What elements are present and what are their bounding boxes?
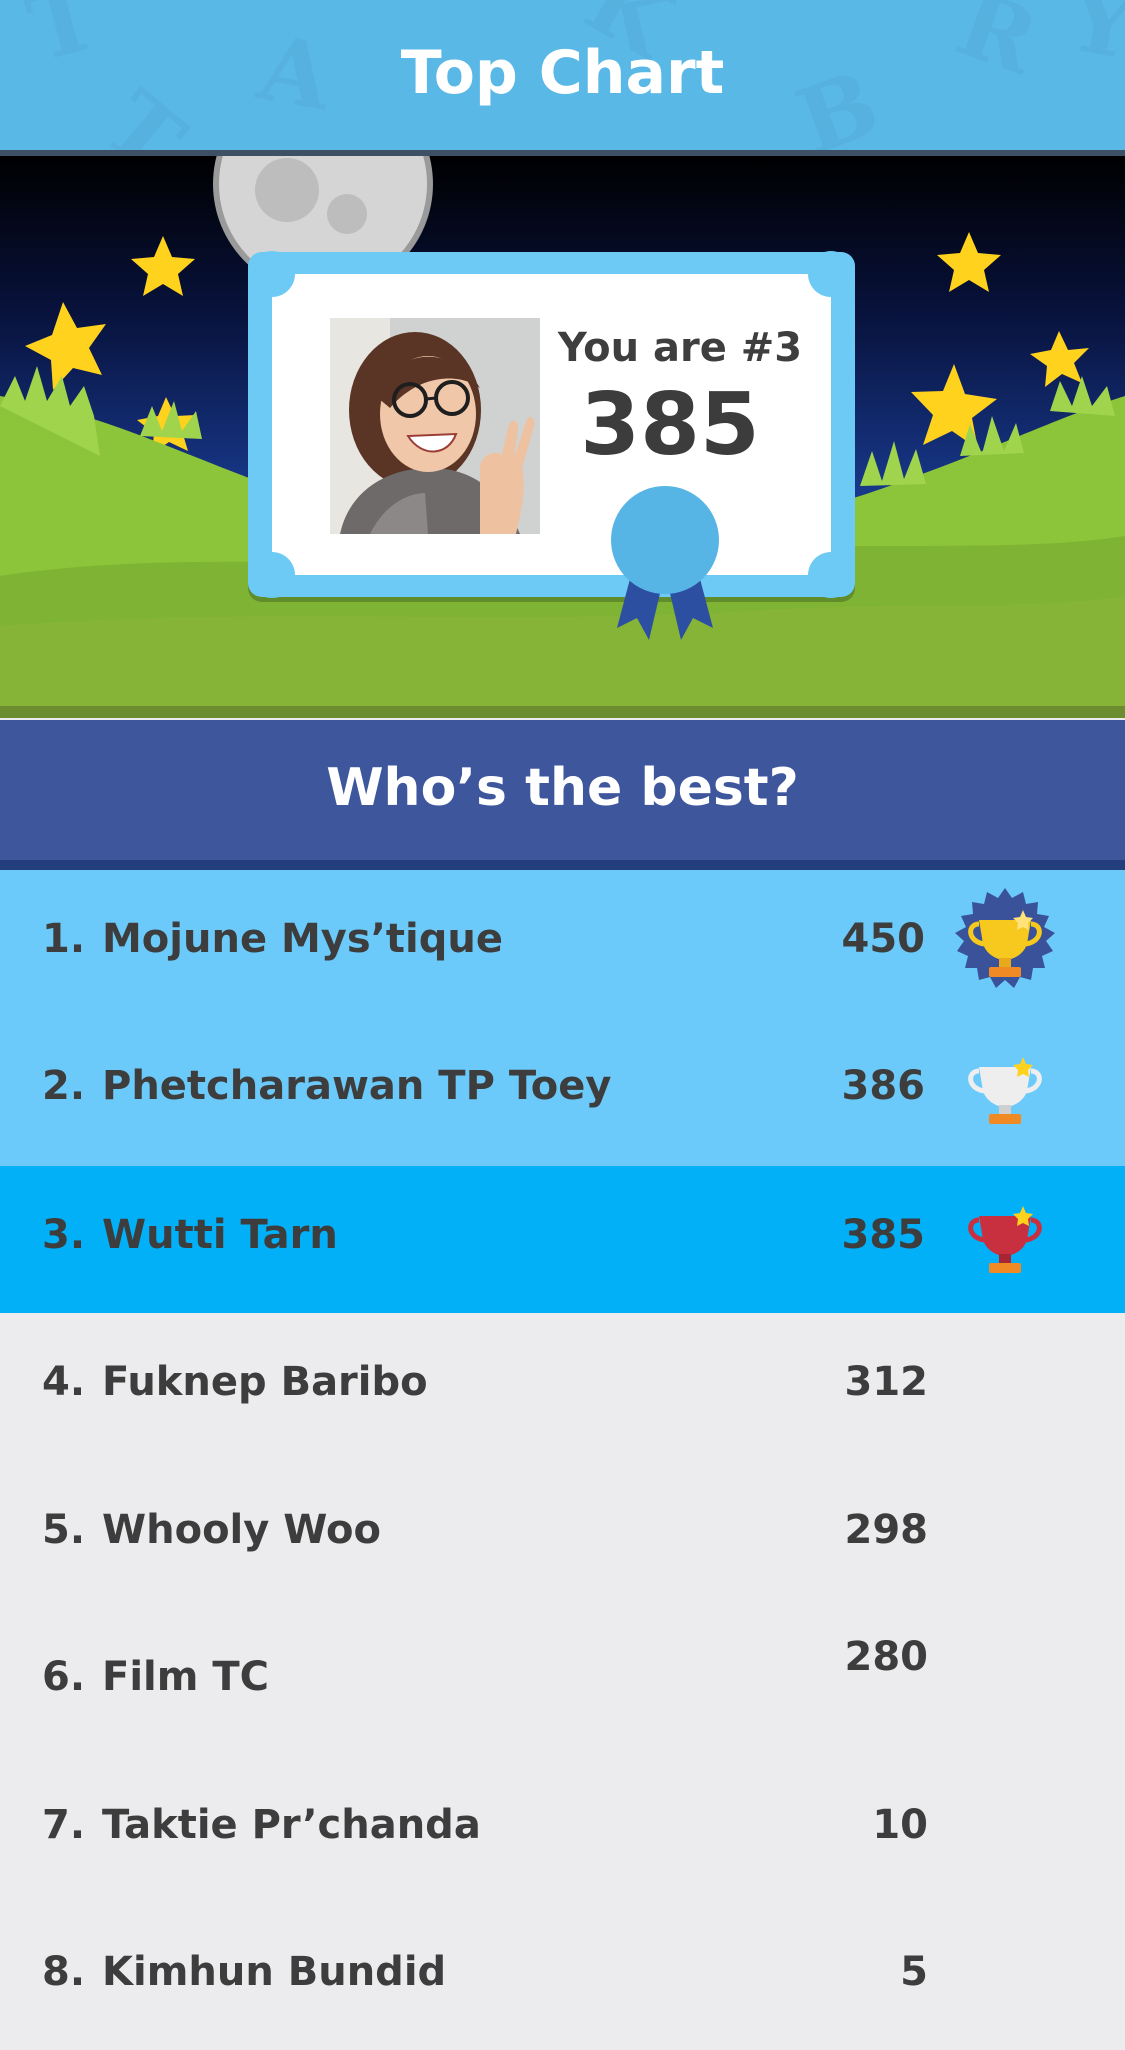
row-player-name: Taktie Pr’chanda bbox=[102, 1802, 481, 1848]
leaderboard-row[interactable]: 8. Kimhun Bundid 5 bbox=[0, 1903, 1125, 2050]
row-score: 10 bbox=[872, 1802, 928, 1848]
row-score: 386 bbox=[841, 1063, 926, 1109]
leaderboard-row-current-user[interactable]: 3. Wutti Tarn 385 bbox=[0, 1166, 1125, 1313]
row-rank: 1. bbox=[42, 916, 86, 962]
card-corner bbox=[249, 552, 295, 598]
row-score: 450 bbox=[841, 916, 926, 962]
row-score: 5 bbox=[900, 1949, 928, 1995]
row-player-name: Kimhun Bundid bbox=[102, 1949, 447, 1995]
row-player-name: Whooly Woo bbox=[102, 1507, 381, 1553]
row-player-name: Film TC bbox=[102, 1654, 269, 1700]
user-score: 385 bbox=[580, 375, 760, 475]
leaderboard-title: Who’s the best? bbox=[326, 758, 799, 818]
leaderboard-row[interactable]: 4. Fuknep Baribo 312 bbox=[0, 1313, 1125, 1460]
row-rank: 3. bbox=[42, 1212, 86, 1258]
card-corner bbox=[249, 251, 295, 297]
row-rank: 2. bbox=[42, 1063, 86, 1109]
page-title: Top Chart bbox=[400, 38, 725, 108]
row-player-name: Phetcharawan TP Toey bbox=[102, 1063, 612, 1109]
leaderboard-row[interactable]: 5. Whooly Woo 298 bbox=[0, 1461, 1125, 1608]
avatar-portrait bbox=[330, 318, 540, 534]
top-bar: T A T K B R Y Top Chart bbox=[0, 0, 1125, 150]
row-player-name: Mojune Mys’tique bbox=[102, 916, 503, 962]
leaderboard-header: Who’s the best? bbox=[0, 720, 1125, 860]
row-rank: 7. bbox=[42, 1802, 86, 1848]
row-score: 312 bbox=[844, 1359, 929, 1405]
user-avatar-photo bbox=[330, 318, 540, 534]
row-rank: 5. bbox=[42, 1507, 86, 1553]
row-score: 298 bbox=[844, 1507, 929, 1553]
hero-bottom-edge bbox=[0, 706, 1125, 718]
leaderboard-row[interactable]: 2. Phetcharawan TP Toey 386 bbox=[0, 1017, 1125, 1166]
row-rank: 4. bbox=[42, 1359, 86, 1405]
row-rank: 6. bbox=[42, 1654, 86, 1700]
row-player-name: Fuknep Baribo bbox=[102, 1359, 428, 1405]
row-score: 280 bbox=[844, 1634, 929, 1680]
row-score: 385 bbox=[841, 1212, 926, 1258]
leaderboard-row[interactable]: 7. Taktie Pr’chanda 10 bbox=[0, 1756, 1125, 1903]
silver-trophy-icon bbox=[968, 1057, 1042, 1124]
award-ribbon-icon bbox=[611, 486, 719, 640]
row-rank: 8. bbox=[42, 1949, 86, 1995]
card-corner bbox=[808, 251, 854, 297]
user-rank-label: You are #3 bbox=[557, 325, 803, 371]
card-corner bbox=[808, 552, 854, 598]
leaderboard-row[interactable]: 1. Mojune Mys’tique 450 bbox=[0, 870, 1125, 1017]
bronze-trophy-icon bbox=[968, 1206, 1042, 1273]
leaderboard-header-divider bbox=[0, 860, 1125, 870]
gold-trophy-badge-icon bbox=[955, 888, 1055, 988]
leaderboard-row[interactable]: 6. Film TC 280 bbox=[0, 1608, 1125, 1755]
row-player-name: Wutti Tarn bbox=[102, 1212, 338, 1258]
